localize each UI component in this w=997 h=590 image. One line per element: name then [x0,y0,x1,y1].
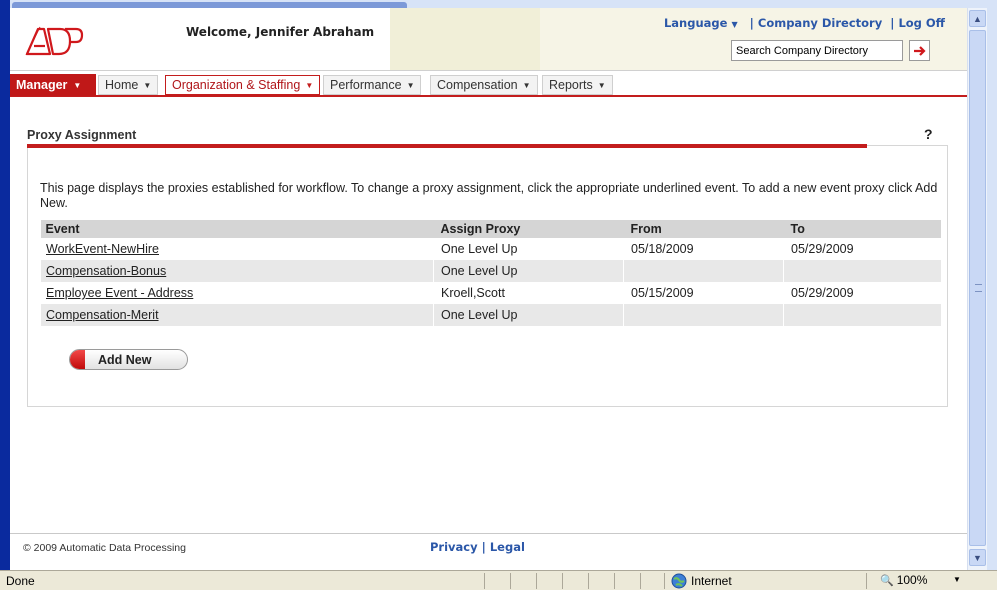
nav-performance[interactable]: Performance ▼ [323,75,422,95]
proxy-cell: One Level Up [433,238,624,260]
status-text: Done [6,574,35,588]
from-cell [623,260,784,282]
event-link[interactable]: WorkEvent-NewHire [46,242,159,256]
from-cell [623,304,784,326]
chevron-up-icon: ▲ [973,13,982,24]
chevron-down-icon[interactable]: ▼ [953,575,961,584]
nav-reports[interactable]: Reports ▼ [542,75,613,95]
intro-text: This page displays the proxies establish… [40,181,938,210]
column-header-from[interactable]: From [623,220,784,238]
footer-divider [10,533,967,534]
globe-icon [671,573,687,589]
page-viewport: Welcome, Jennifer Abraham Language ▼ | Co… [10,8,967,570]
top-links: Language ▼ | Company Directory | Log Off [663,16,945,30]
scroll-down-button[interactable]: ▼ [969,549,986,566]
proxy-cell: One Level Up [433,304,624,326]
column-header-event[interactable]: Event [40,220,434,238]
search-go-button[interactable] [909,40,930,61]
status-bar: Done Internet 🔍 100% ▼ [0,570,997,590]
browser-tab-strip [0,0,997,8]
table-header-row: Event Assign Proxy From To [40,220,941,238]
to-cell [783,260,941,282]
event-link[interactable]: Compensation-Bonus [46,264,166,278]
event-cell: Employee Event - Address [40,282,434,304]
from-cell: 05/18/2009 [623,238,784,260]
nav-compensation[interactable]: Compensation ▼ [430,75,538,95]
security-zone[interactable]: Internet [671,573,732,589]
to-cell: 05/29/2009 [783,282,941,304]
to-cell [783,304,941,326]
chevron-down-icon: ▼ [973,552,982,563]
welcome-message: Welcome, Jennifer Abraham [186,25,375,39]
help-icon[interactable]: ? [924,126,933,142]
chevron-down-icon: ▼ [73,80,82,90]
proxy-cell: One Level Up [433,260,624,282]
vertical-scrollbar[interactable]: ▲ ▼ [967,8,987,570]
column-header-to[interactable]: To [783,220,941,238]
page-title: Proxy Assignment [27,128,137,142]
legal-link[interactable]: Legal [490,540,525,554]
nav-manager[interactable]: Manager ▼ [10,74,96,96]
adp-logo [25,26,84,56]
zoom-control[interactable]: 🔍 100% [880,573,927,587]
table-row: Compensation-Merit One Level Up [40,304,941,326]
nav-home[interactable]: Home ▼ [98,75,159,95]
chevron-down-icon: ▼ [597,80,606,90]
grip-icon [975,284,982,292]
language-menu[interactable]: Language ▼ [664,16,738,30]
scrollbar-thumb[interactable] [969,30,986,546]
event-cell: Compensation-Merit [40,304,434,326]
proxy-table: Event Assign Proxy From To WorkEvent-New… [40,220,941,326]
chevron-down-icon: ▼ [406,80,415,90]
privacy-link[interactable]: Privacy [430,540,478,554]
to-cell: 05/29/2009 [783,238,941,260]
event-cell: WorkEvent-NewHire [40,238,434,260]
browser-frame-right [987,0,997,570]
magnifier-icon: 🔍 [880,574,894,587]
chevron-down-icon: ▼ [305,80,314,90]
scroll-up-button[interactable]: ▲ [969,10,986,27]
arrow-right-icon [913,45,926,56]
nav-organization-staffing[interactable]: Organization & Staffing ▼ [165,75,321,95]
main-nav: Manager ▼ Home ▼ Organization & Staffing ▼ … [10,70,967,97]
table-row: Employee Event - Address Kroell,Scott 05… [40,282,941,304]
proxy-cell: Kroell,Scott [433,282,624,304]
from-cell: 05/15/2009 [623,282,784,304]
company-directory-search-input[interactable] [731,40,903,61]
header: Welcome, Jennifer Abraham Language ▼ | Co… [10,8,967,70]
add-new-button[interactable]: Add New [69,349,188,370]
chevron-down-icon: ▼ [731,20,738,29]
event-link[interactable]: Employee Event - Address [46,286,193,300]
chevron-down-icon: ▼ [143,80,152,90]
event-cell: Compensation-Bonus [40,260,434,282]
title-divider [27,144,867,148]
company-directory-link[interactable]: Company Directory [758,16,882,30]
browser-frame-left [0,0,10,570]
logoff-link[interactable]: Log Off [898,16,945,30]
table-row: WorkEvent-NewHire One Level Up 05/18/200… [40,238,941,260]
footer-links: Privacy | Legal [430,540,525,554]
button-accent [70,350,85,369]
copyright-text: © 2009 Automatic Data Processing [23,542,186,554]
table-row: Compensation-Bonus One Level Up [40,260,941,282]
chevron-down-icon: ▼ [522,80,531,90]
column-header-assign-proxy[interactable]: Assign Proxy [433,220,624,238]
event-link[interactable]: Compensation-Merit [46,308,159,322]
